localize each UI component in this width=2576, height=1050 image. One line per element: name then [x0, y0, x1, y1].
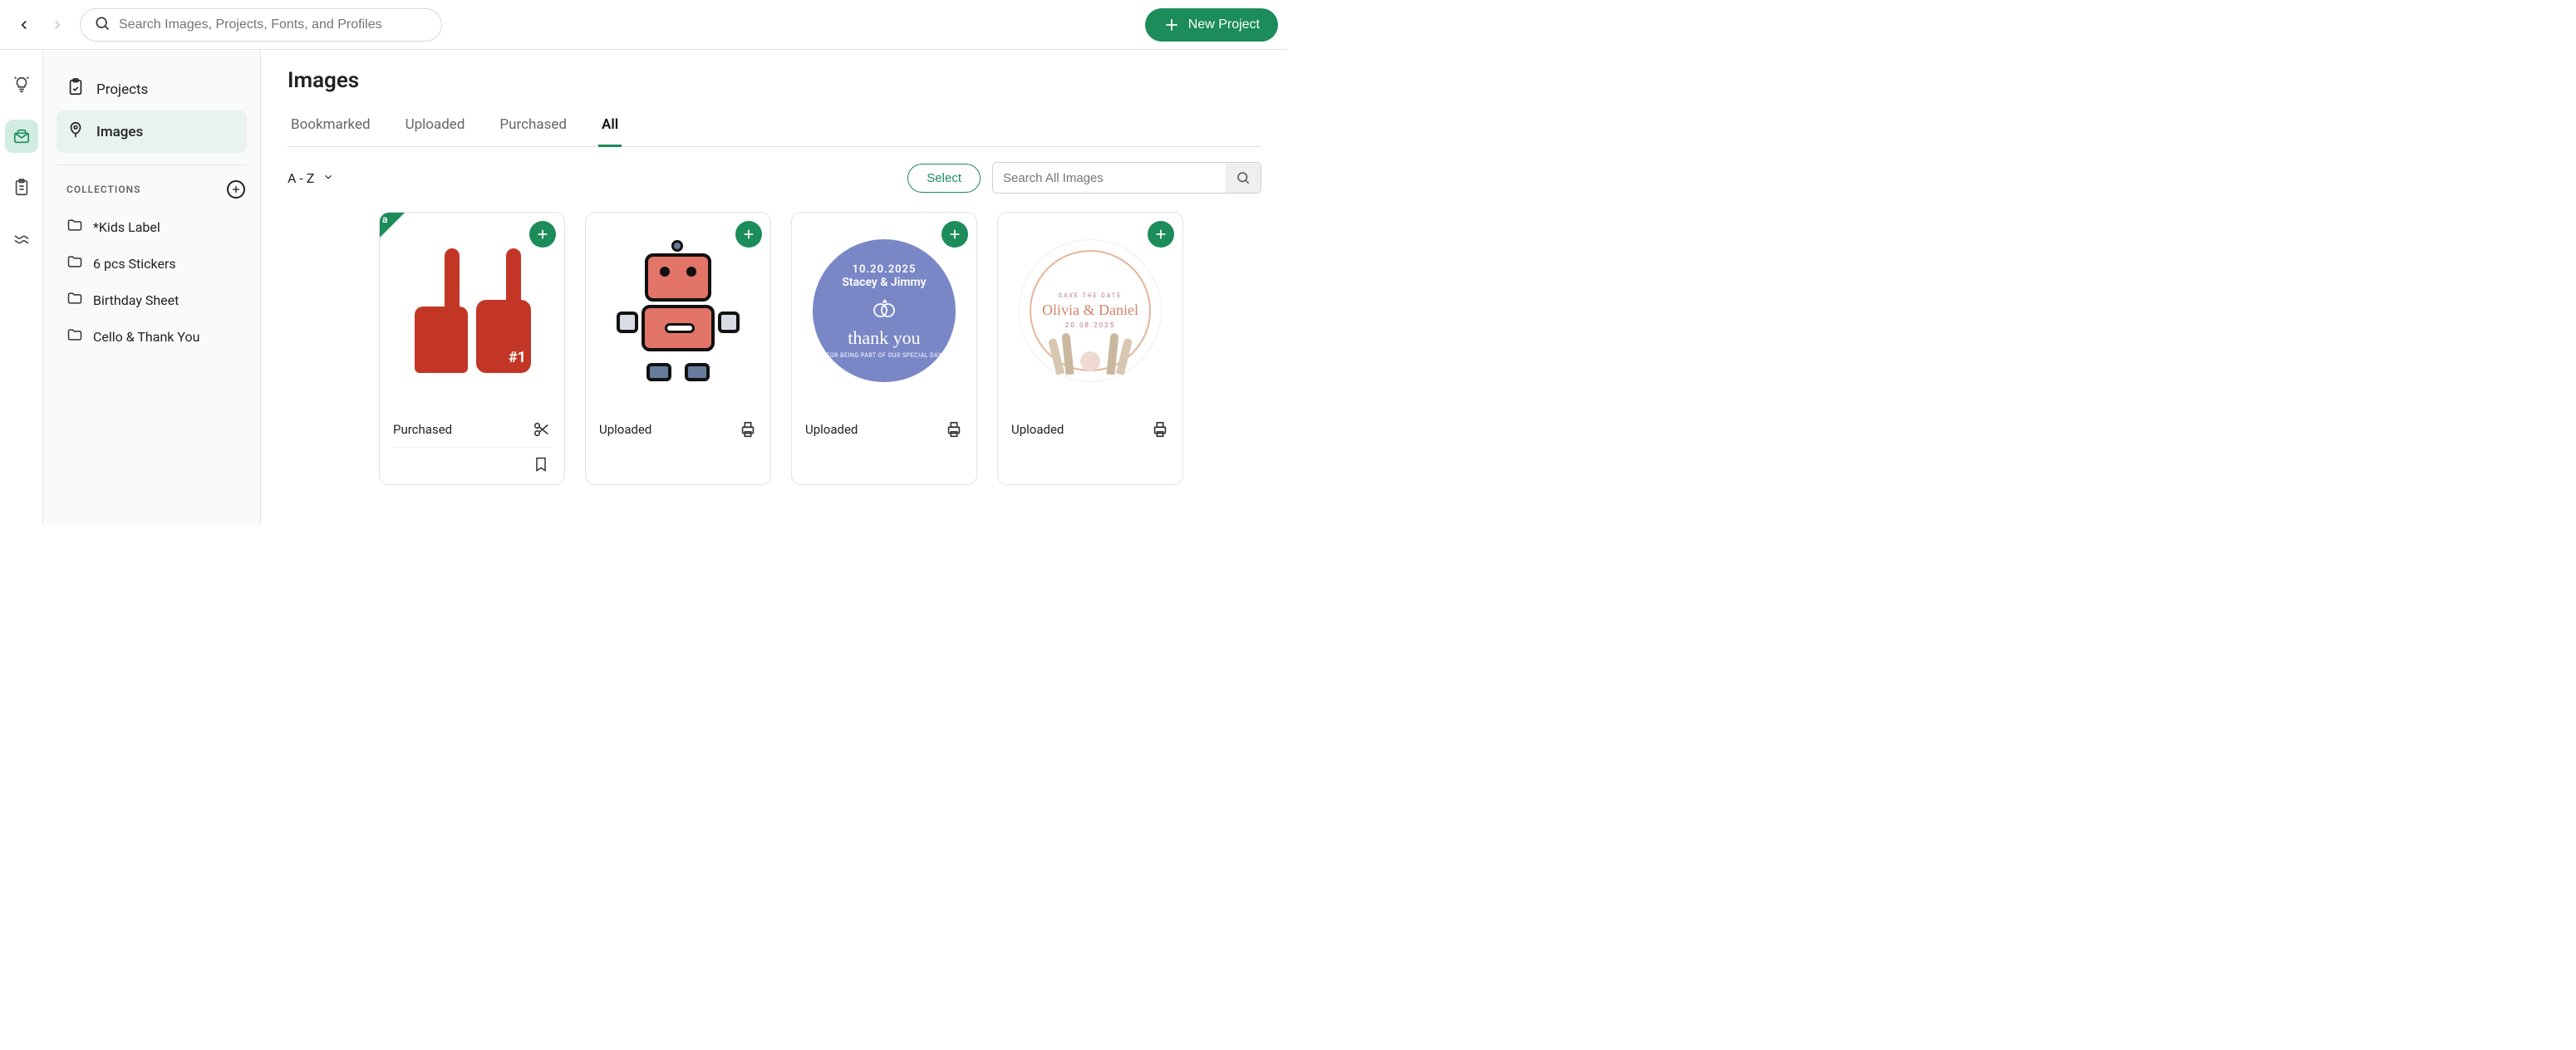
sticker-subtext: FOR BEING PART OF OUR SPECIAL DAY	[826, 352, 941, 359]
sticker-names: Stacey & Jimmy	[842, 276, 926, 289]
add-image-button[interactable]	[529, 221, 556, 248]
divider	[57, 164, 247, 165]
printer-icon[interactable]	[1151, 420, 1169, 439]
image-preview	[612, 240, 745, 381]
sticker-thankyou: thank you	[848, 327, 920, 349]
tab-purchased[interactable]: Purchased	[496, 108, 570, 147]
image-card[interactable]: 10.20.2025 Stacey & Jimmy thank you FOR …	[791, 212, 977, 485]
nav-rail	[0, 50, 43, 525]
image-grid: a #1 Purchased	[288, 212, 1261, 485]
collection-label: Birthday Sheet	[93, 292, 179, 308]
collection-item[interactable]: 6 pcs Stickers	[57, 245, 247, 282]
folder-icon	[66, 253, 83, 273]
thumbnail	[586, 213, 770, 409]
collections-label: COLLECTIONS	[66, 184, 140, 195]
image-card[interactable]: Uploaded	[585, 212, 771, 485]
sticker-names: Olivia & Daniel	[1042, 302, 1138, 319]
folder-icon	[66, 290, 83, 310]
scissors-icon[interactable]	[533, 420, 551, 439]
image-status: Uploaded	[1011, 422, 1064, 437]
tab-bookmarked[interactable]: Bookmarked	[288, 108, 374, 147]
add-image-button[interactable]	[1148, 221, 1174, 248]
main-content: Images Bookmarked Uploaded Purchased All…	[261, 50, 1288, 525]
image-card[interactable]: a #1 Purchased	[379, 212, 565, 485]
collection-label: Cello & Thank You	[93, 329, 199, 345]
add-collection-button[interactable]	[227, 180, 245, 199]
select-button[interactable]: Select	[907, 164, 981, 193]
page-title: Images	[288, 68, 1261, 93]
collection-label: *Kids Label	[93, 219, 160, 235]
image-status: Purchased	[393, 422, 452, 437]
global-search[interactable]	[80, 8, 442, 42]
thumbnail: a #1	[380, 213, 564, 409]
rail-my-stuff[interactable]	[5, 120, 38, 153]
image-tabs: Bookmarked Uploaded Purchased All	[288, 108, 1261, 147]
rail-heat[interactable]	[5, 223, 38, 256]
thumbnail: SAVE THE DATE Olivia & Daniel 20.08.2025	[998, 213, 1182, 409]
balloon-icon	[66, 120, 85, 143]
collection-label: 6 pcs Stickers	[93, 256, 176, 272]
collections-header: COLLECTIONS	[57, 180, 247, 209]
chevron-down-icon	[322, 170, 334, 186]
access-badge-label: a	[382, 213, 387, 225]
collection-item[interactable]: Cello & Thank You	[57, 318, 247, 355]
image-search-button[interactable]	[1226, 163, 1261, 193]
image-card[interactable]: SAVE THE DATE Olivia & Daniel 20.08.2025…	[997, 212, 1183, 485]
image-status: Uploaded	[805, 422, 858, 437]
image-preview: 10.20.2025 Stacey & Jimmy thank you FOR …	[813, 239, 956, 382]
rail-discover[interactable]	[5, 68, 38, 101]
clipboard-icon	[66, 78, 85, 101]
image-preview: SAVE THE DATE Olivia & Daniel 20.08.2025	[1019, 239, 1162, 382]
sidebar-item-projects[interactable]: Projects	[57, 68, 247, 110]
image-status: Uploaded	[599, 422, 651, 437]
folder-icon	[66, 326, 83, 346]
sidebar-item-images[interactable]: Images	[57, 110, 247, 153]
sticker-date: 10.20.2025	[853, 263, 917, 276]
search-icon	[94, 15, 111, 35]
tab-uploaded[interactable]: Uploaded	[402, 108, 469, 147]
collection-item[interactable]: *Kids Label	[57, 209, 247, 245]
image-search	[992, 162, 1261, 194]
global-search-input[interactable]	[119, 17, 428, 32]
new-project-button[interactable]: New Project	[1145, 8, 1278, 42]
top-bar: New Project	[0, 0, 1288, 50]
printer-icon[interactable]	[739, 420, 757, 439]
printer-icon[interactable]	[945, 420, 963, 439]
toolbar: A - Z Select	[288, 162, 1261, 194]
image-search-input[interactable]	[993, 164, 1226, 193]
tab-all[interactable]: All	[598, 108, 622, 147]
back-button[interactable]	[10, 11, 38, 39]
image-preview: #1	[415, 248, 529, 373]
rail-projects[interactable]	[5, 171, 38, 204]
folder-icon	[66, 217, 83, 237]
rings-icon	[869, 299, 899, 322]
sidebar: Projects Images COLLECTIONS *Kids Label …	[43, 50, 261, 525]
thumbnail: 10.20.2025 Stacey & Jimmy thank you FOR …	[792, 213, 976, 409]
new-project-label: New Project	[1188, 17, 1260, 32]
add-image-button[interactable]	[941, 221, 968, 248]
nav-arrows	[10, 11, 71, 39]
sort-dropdown[interactable]: A - Z	[288, 170, 334, 186]
sort-label: A - Z	[288, 170, 314, 186]
bookmark-icon[interactable]	[533, 456, 551, 474]
collection-item[interactable]: Birthday Sheet	[57, 282, 247, 318]
sidebar-item-label: Projects	[96, 81, 148, 98]
sidebar-item-label: Images	[96, 124, 143, 140]
forward-button[interactable]	[43, 11, 71, 39]
